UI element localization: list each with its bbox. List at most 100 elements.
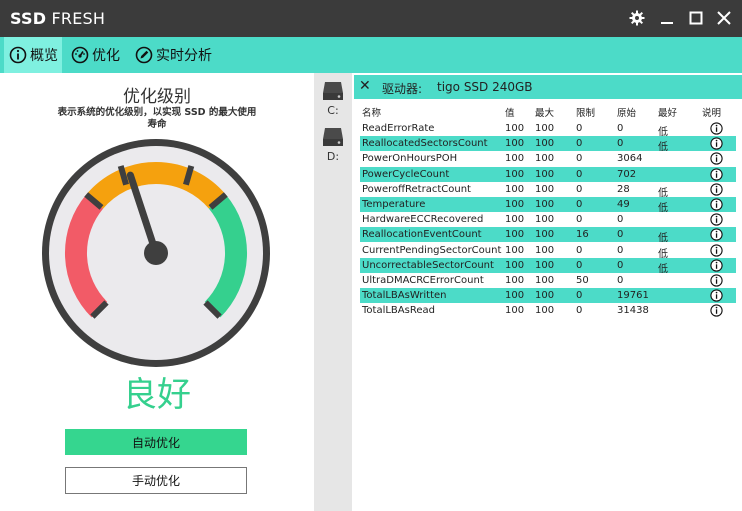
table-row[interactable]: PowerCycleCount 100 100 0 702 <box>354 166 742 182</box>
info-icon[interactable] <box>710 259 723 272</box>
info-icon[interactable] <box>710 243 723 257</box>
tab-optimize-label: 优化 <box>92 48 120 64</box>
optimization-level-description: 表示系统的优化级别，以实现 SSD 的最大使用寿命 <box>57 107 257 130</box>
cell-value: 100 <box>505 199 525 210</box>
close-icon[interactable] <box>713 7 735 29</box>
drive-label: C: <box>327 104 339 117</box>
cell-raw: 28 <box>617 183 630 195</box>
pen-circle-icon <box>135 46 153 64</box>
cell-limit: 0 <box>576 290 583 302</box>
cell-raw: 0 <box>617 138 624 150</box>
drive-header: ✕ 驱动器: tigo SSD 240GB <box>354 75 742 99</box>
title-bar: SSD FRESH <box>0 0 742 37</box>
cell-name: ReadErrorRate <box>362 123 435 134</box>
drive-header-name: tigo SSD 240GB <box>437 80 533 94</box>
info-icon[interactable] <box>710 289 723 302</box>
cell-max: 100 <box>535 168 555 180</box>
table-row[interactable]: HardwareECCRecovered 100 100 0 0 <box>354 212 742 227</box>
smart-panel: ✕ 驱动器: tigo SSD 240GB 名称 值 最大 限制 原始 最好 说… <box>354 73 742 511</box>
info-icon[interactable] <box>710 213 723 226</box>
cell-value: 100 <box>505 138 525 150</box>
tab-optimize[interactable]: 优化 <box>71 37 120 73</box>
info-icon[interactable] <box>710 274 723 287</box>
cell-max: 100 <box>535 183 555 195</box>
cell-value: 100 <box>505 183 525 195</box>
info-icon[interactable] <box>710 137 723 150</box>
cell-max: 100 <box>535 259 555 271</box>
info-icon[interactable] <box>710 228 723 242</box>
header-value: 值 <box>505 108 515 119</box>
cell-raw: 0 <box>617 259 624 271</box>
drive-item-c[interactable]: C: <box>314 81 352 117</box>
maximize-icon[interactable] <box>685 7 707 29</box>
cell-limit: 0 <box>576 199 583 210</box>
cell-value: 100 <box>505 244 525 256</box>
info-icon[interactable] <box>710 304 723 318</box>
info-icon[interactable] <box>710 152 723 166</box>
cell-raw: 0 <box>617 123 624 134</box>
header-best: 最好 <box>658 108 678 119</box>
cell-raw: 31438 <box>617 305 649 317</box>
cell-value: 100 <box>505 153 525 165</box>
table-row[interactable]: TotalLBAsWritten 100 100 0 19761 <box>354 288 742 304</box>
app-title: SSD FRESH <box>10 9 106 28</box>
cell-limit: 0 <box>576 259 583 271</box>
cell-limit: 0 <box>576 153 583 165</box>
cell-max: 100 <box>535 290 555 302</box>
info-icon[interactable] <box>710 122 723 135</box>
cell-max: 100 <box>535 153 555 165</box>
table-row[interactable]: UncorrectableSectorCount 100 100 0 0 低 <box>354 257 742 275</box>
cell-raw: 0 <box>617 275 624 286</box>
header-limit: 限制 <box>576 108 596 119</box>
table-row[interactable]: Temperature 100 100 0 49 低 <box>354 197 742 214</box>
cell-value: 100 <box>505 229 525 241</box>
overview-panel: 优化级别 表示系统的优化级别，以实现 SSD 的最大使用寿命 良好 自动优化 手… <box>0 73 314 511</box>
header-name: 名称 <box>362 108 382 119</box>
cell-raw: 19761 <box>617 290 649 302</box>
drive-label: D: <box>326 150 340 163</box>
optimization-gauge <box>42 139 270 367</box>
minimize-icon[interactable] <box>656 7 678 29</box>
cell-max: 100 <box>535 229 555 241</box>
cell-limit: 0 <box>576 183 583 195</box>
info-icon[interactable] <box>710 167 723 181</box>
table-row[interactable]: PowerOnHoursPOH 100 100 0 3064 <box>354 151 742 166</box>
cell-max: 100 <box>535 138 555 150</box>
table-row[interactable]: PoweroffRetractCount 100 100 0 28 低 <box>354 182 742 199</box>
manual-optimize-button[interactable]: 手动优化 <box>65 467 247 494</box>
auto-optimize-button[interactable]: 自动优化 <box>65 429 247 455</box>
cell-limit: 0 <box>576 214 583 226</box>
cell-raw: 0 <box>617 229 624 241</box>
optimization-status: 良好 <box>123 375 191 415</box>
table-row[interactable]: ReallocatedSectorsCount 100 100 0 0 低 <box>354 136 742 153</box>
cell-limit: 0 <box>576 138 583 150</box>
close-panel-icon[interactable]: ✕ <box>359 78 371 94</box>
cell-value: 100 <box>505 290 525 302</box>
cell-value: 100 <box>505 259 525 271</box>
cell-value: 100 <box>505 123 525 134</box>
table-row[interactable]: UltraDMACRCErrorCount 100 100 50 0 <box>354 273 742 288</box>
cell-value: 100 <box>505 305 525 317</box>
tab-overview-label: 概览 <box>30 48 58 64</box>
gauge-hub <box>144 241 168 265</box>
cell-name: Temperature <box>362 199 426 210</box>
table-row[interactable]: ReadErrorRate 100 100 0 0 低 <box>354 121 742 138</box>
info-icon[interactable] <box>710 198 723 211</box>
drive-item-d[interactable]: D: <box>314 127 352 163</box>
cell-raw: 702 <box>617 168 637 180</box>
table-row[interactable]: CurrentPendingSectorCount 100 100 0 0 低 <box>354 243 742 260</box>
cell-limit: 50 <box>576 275 589 286</box>
cell-name: ReallocatedSectorsCount <box>362 138 488 150</box>
drive-list: C: D: <box>314 73 352 511</box>
cell-raw: 0 <box>617 244 624 256</box>
cell-name: UltraDMACRCErrorCount <box>362 275 484 286</box>
tab-realtime-analysis[interactable]: 实时分析 <box>135 37 212 73</box>
cell-name: PoweroffRetractCount <box>362 183 471 195</box>
settings-gear-icon[interactable] <box>626 7 648 29</box>
tab-overview[interactable]: 概览 <box>4 37 62 73</box>
speedometer-icon <box>71 46 89 64</box>
table-row[interactable]: TotalLBAsRead 100 100 0 31438 <box>354 303 742 318</box>
cell-limit: 16 <box>576 229 589 241</box>
table-row[interactable]: ReallocationEventCount 100 100 16 0 低 <box>354 227 742 244</box>
info-icon[interactable] <box>710 183 723 196</box>
